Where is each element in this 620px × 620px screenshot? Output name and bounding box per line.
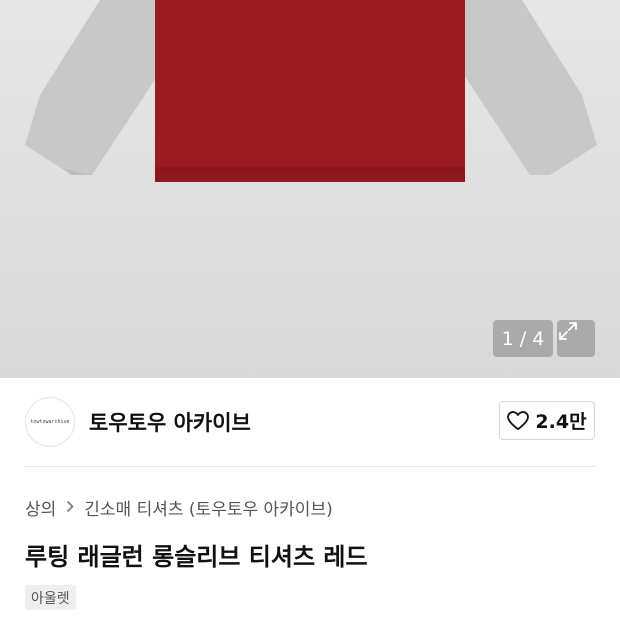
image-counter: 1 / 4 [493, 320, 553, 357]
expand-arrows-icon [559, 322, 577, 340]
like-button[interactable]: 2.4만 [499, 401, 595, 440]
product-image-gallery[interactable]: 1 / 4 [0, 0, 620, 378]
shop-name[interactable]: 토우토우 아카이브 [89, 407, 251, 437]
chevron-right-icon [66, 499, 74, 517]
product-title: 루팅 래글런 롱슬리브 티셔츠 레드 [25, 543, 368, 571]
shop-logo-text: towtowarchive [30, 419, 70, 425]
like-count: 2.4만 [535, 411, 587, 433]
divider [25, 466, 595, 467]
heart-outline-icon [507, 410, 530, 430]
breadcrumb-item-top[interactable]: 상의 [25, 495, 56, 520]
shop-logo[interactable]: towtowarchive [25, 397, 75, 447]
breadcrumb: 상의 긴소매 티셔츠 (토우토우 아카이브) [25, 495, 333, 520]
outlet-tag: 아울렛 [25, 585, 76, 610]
expand-button[interactable] [557, 320, 595, 357]
breadcrumb-item-category[interactable]: 긴소매 티셔츠 (토우토우 아카이브) [84, 495, 332, 520]
